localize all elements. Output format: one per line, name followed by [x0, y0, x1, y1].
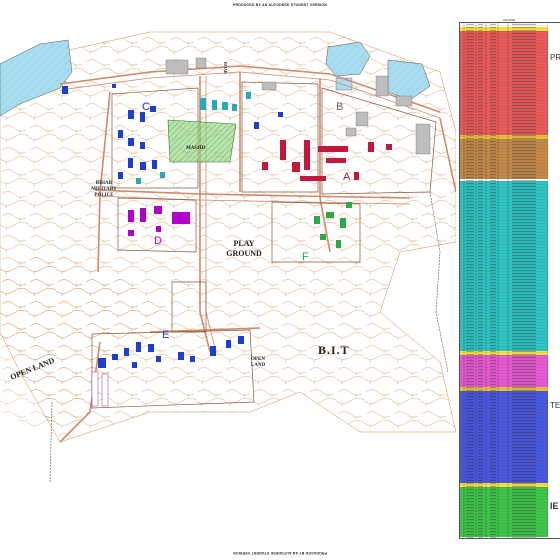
- pond-top-right-3: [335, 77, 353, 91]
- label-masjid: MASJID: [186, 146, 206, 151]
- svg-text:OPEN: OPEN: [251, 357, 265, 362]
- zone-letter-a: A: [343, 171, 351, 183]
- label-open-land-right: OPEN LAND: [251, 357, 266, 368]
- legend-panel: PR TE IE: [459, 22, 560, 539]
- zone-letter-b: B: [336, 101, 343, 113]
- svg-text:PLAY: PLAY: [233, 239, 254, 248]
- side-text-pr: PR: [550, 53, 560, 62]
- top-banner: PRODUCED BY AN AUTODESK STUDENT VERSION: [232, 3, 328, 7]
- side-text-ie: IE: [550, 501, 559, 511]
- zone-letter-d: D: [154, 235, 162, 247]
- legend-table-grid: [460, 23, 548, 538]
- svg-text:LAND: LAND: [251, 363, 266, 368]
- label-road-left: ROAD: [223, 62, 228, 74]
- svg-text:POLICE: POLICE: [94, 193, 114, 198]
- svg-text:GROUND: GROUND: [226, 249, 262, 258]
- side-text-te: TE: [550, 401, 560, 410]
- zone-letter-e: E: [162, 329, 169, 341]
- svg-text:MILITARY: MILITARY: [91, 187, 117, 192]
- zone-letter-f: F: [302, 251, 309, 263]
- campus-site-map[interactable]: A B C D E F MASJID BIHAR MILITARY POLICE…: [0, 12, 456, 544]
- svg-text:BIHAR: BIHAR: [96, 181, 113, 186]
- bottom-banner: PRODUCED BY AN AUTODESK STUDENT VERSION: [232, 551, 328, 555]
- label-bit: B.I.T: [318, 343, 350, 357]
- zone-letter-c: C: [142, 101, 150, 113]
